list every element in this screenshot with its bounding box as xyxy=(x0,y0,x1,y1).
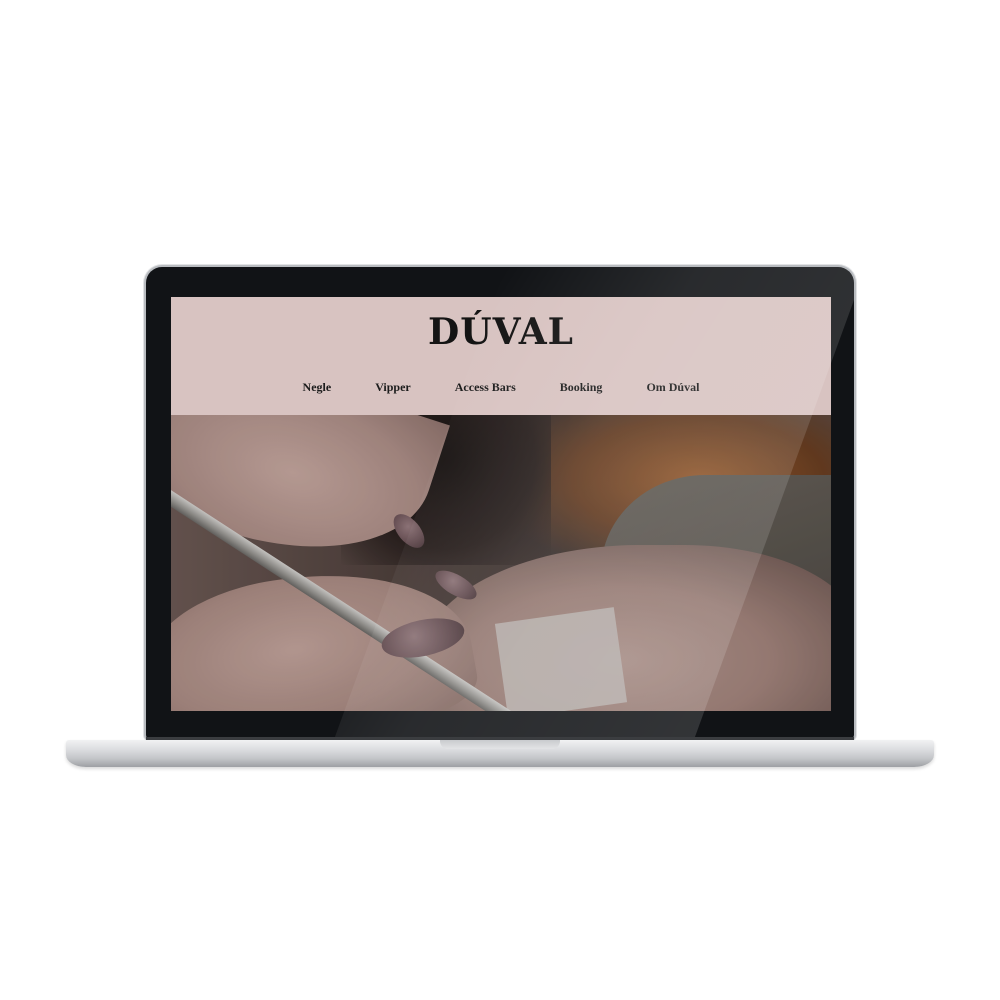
site-logo[interactable]: DÚVAL xyxy=(171,311,831,353)
laptop-opening-notch xyxy=(440,740,560,749)
laptop-lid: DÚVAL Negle Vipper Access Bars Booking O… xyxy=(146,267,854,739)
nav-item-access-bars[interactable]: Access Bars xyxy=(455,380,516,395)
laptop-screen: DÚVAL Negle Vipper Access Bars Booking O… xyxy=(171,297,831,711)
hero-image xyxy=(171,415,831,711)
main-nav: Negle Vipper Access Bars Booking Om Dúva… xyxy=(171,380,831,395)
nav-item-negle[interactable]: Negle xyxy=(303,380,332,395)
laptop-base xyxy=(66,740,934,767)
nav-item-booking[interactable]: Booking xyxy=(560,380,603,395)
nav-item-vipper[interactable]: Vipper xyxy=(375,380,411,395)
laptop-mockup: DÚVAL Negle Vipper Access Bars Booking O… xyxy=(0,0,1000,1000)
site-header: DÚVAL Negle Vipper Access Bars Booking O… xyxy=(171,297,831,415)
nav-item-om-duval[interactable]: Om Dúval xyxy=(646,380,699,395)
